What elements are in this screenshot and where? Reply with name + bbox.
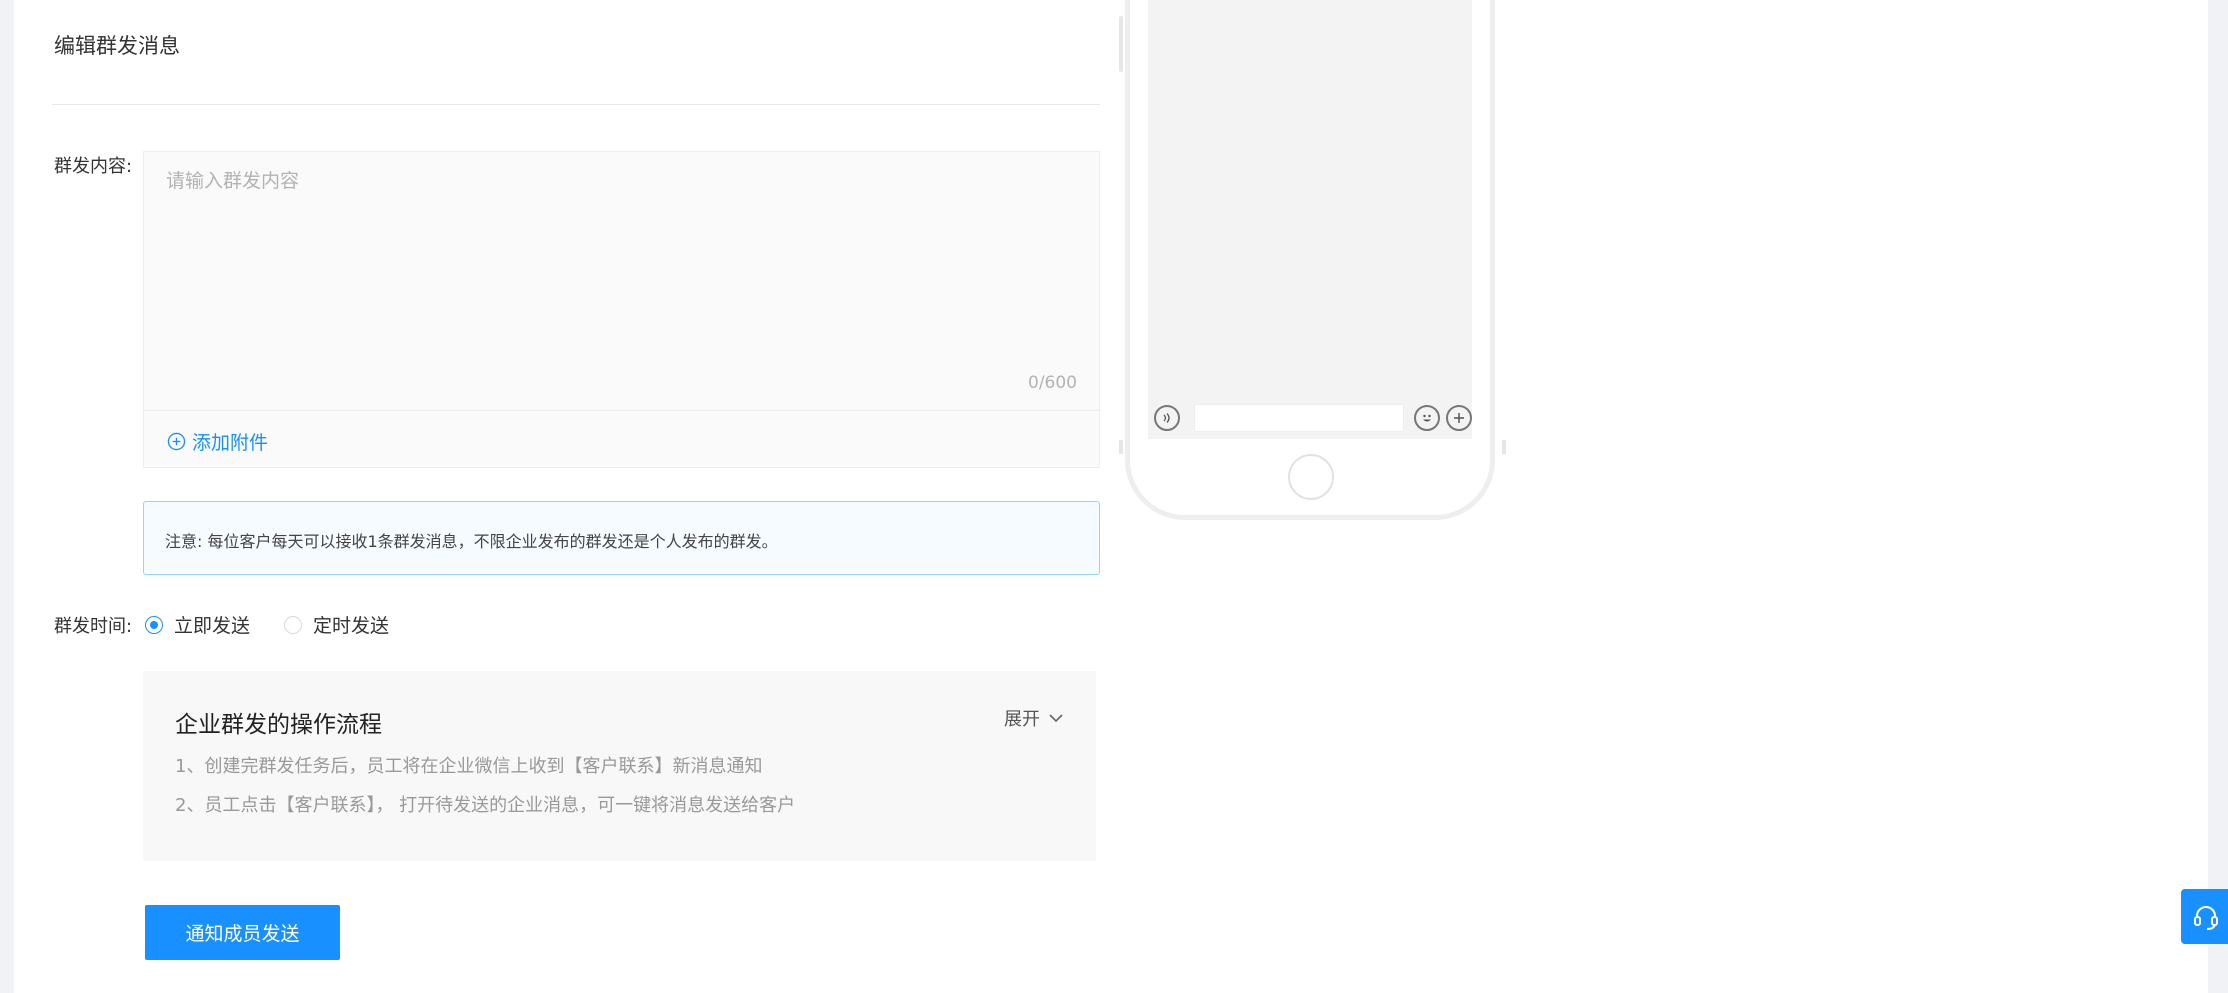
add-attachment-button[interactable]: 添加附件 [167, 428, 268, 455]
notify-members-button[interactable]: 通知成员发送 [145, 905, 340, 960]
flow-step: 1、创建完群发任务后，员工将在企业微信上收到【客户联系】新消息通知 [175, 756, 763, 777]
phone-preview [1125, 0, 1495, 520]
customer-support-button[interactable] [2181, 889, 2228, 944]
radio-send-now-label: 立即发送 [174, 615, 251, 637]
plus-glyph [1454, 413, 1464, 423]
flow-expand-toggle[interactable]: 展开 [1004, 705, 1064, 731]
plus-circle-icon [167, 432, 186, 451]
content-label: 群发内容: [54, 156, 133, 177]
radio-send-now-circle[interactable] [145, 615, 163, 634]
headset-icon [2194, 905, 2218, 930]
flow-step: 2、员工点击【客户联系】， 打开待发送的企业消息，可一键将消息发送给客户 [175, 795, 796, 816]
page-title: 编辑群发消息 [54, 34, 180, 58]
emoji-face-glyph [1423, 414, 1431, 422]
voice-wave-glyph [1163, 413, 1170, 423]
phone-chat-bar [1148, 397, 1472, 439]
notice-box: 注意: 每位客户每天可以接收1条群发消息，不限企业发布的群发还是个人发布的群发。 [143, 501, 1100, 575]
radio-scheduled-circle[interactable] [284, 615, 303, 634]
content-editor: 0/600 添加附件 [143, 151, 1100, 468]
radio-send-now[interactable]: 立即发送 [145, 611, 250, 638]
phone-volume-button [1119, 16, 1123, 72]
chevron-down-icon [1049, 714, 1063, 723]
add-attachment-label: 添加附件 [192, 432, 269, 454]
phone-side-button [1119, 440, 1123, 454]
flow-toggle-label: 展开 [1004, 709, 1040, 730]
time-label: 群发时间: [54, 616, 133, 637]
radio-scheduled-label: 定时发送 [313, 615, 390, 637]
send-time-radio-group: 立即发送 定时发送 [145, 611, 423, 638]
phone-side-button [1502, 440, 1506, 454]
phone-chat-input[interactable] [1194, 404, 1404, 432]
attach-row: 添加附件 [144, 410, 1099, 468]
emoji-icon[interactable] [1414, 405, 1440, 431]
char-count: 0/600 [1028, 373, 1077, 393]
phone-home-button [1288, 454, 1334, 500]
main-card: 编辑群发消息 群发内容: 0/600 添加附件 注意: 每位客户每天可以接收1条… [14, 0, 2208, 993]
voice-icon[interactable] [1154, 405, 1180, 431]
flow-title: 企业群发的操作流程 [175, 712, 382, 738]
radio-scheduled[interactable]: 定时发送 [284, 611, 389, 638]
flow-panel: 企业群发的操作流程 展开 1、创建完群发任务后，员工将在企业微信上收到【客户联系… [143, 671, 1096, 861]
plus-circle-icon[interactable] [1446, 405, 1472, 431]
phone-screen [1148, 0, 1472, 439]
notice-text: 注意: 每位客户每天可以接收1条群发消息，不限企业发布的群发还是个人发布的群发。 [165, 532, 778, 551]
content-textarea[interactable] [144, 152, 1099, 410]
title-divider [52, 104, 1100, 105]
